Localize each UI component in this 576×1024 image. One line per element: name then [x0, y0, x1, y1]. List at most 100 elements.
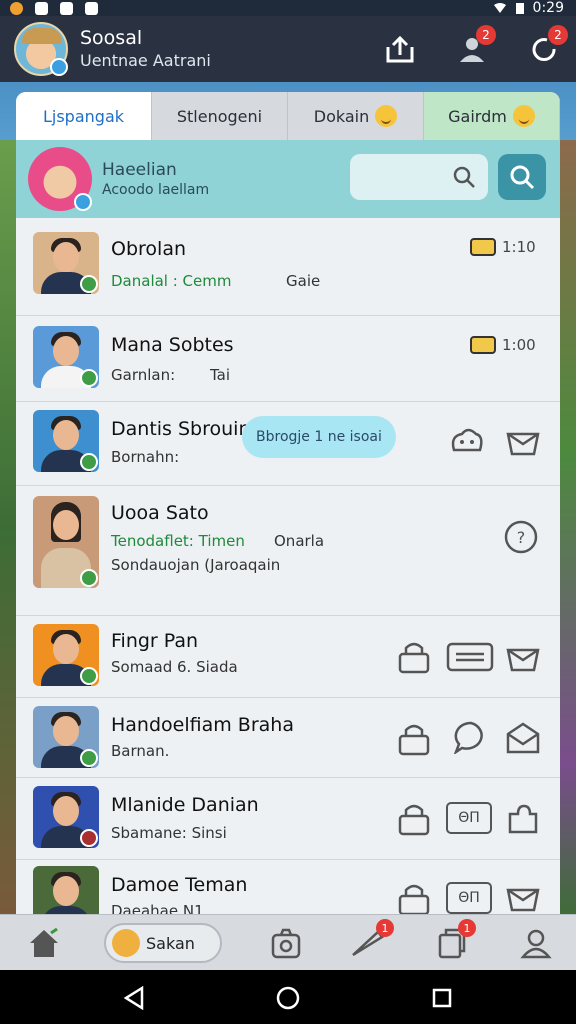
lock-icon[interactable]	[396, 640, 434, 674]
puzzle-icon[interactable]	[504, 800, 542, 834]
contact-subtitle: Somaad 6. Siada	[111, 658, 238, 676]
search-input[interactable]	[350, 154, 488, 200]
contact-name: Fingr Pan	[111, 630, 199, 652]
list-item[interactable]: Damoe Teman Daeahae N1 ΘΠ	[16, 860, 560, 928]
message-icon[interactable]	[446, 640, 494, 674]
online-badge	[80, 275, 98, 293]
battery-icon	[515, 2, 524, 14]
search-button[interactable]	[498, 154, 546, 200]
contact-subtitle: Garnlan:	[111, 366, 176, 384]
profile-header: Haeelian Acoodo laellam	[16, 140, 560, 218]
contact-subtitle-2: Sondauojan (Jaroaqain	[111, 556, 281, 574]
contact-subtitle: Tenodaflet: Timen	[111, 532, 245, 550]
app-title: Soosal	[80, 27, 143, 50]
contact-subtitle: Sbamane: Sinsi	[111, 824, 227, 842]
contact-name: Mana Sobtes	[111, 334, 234, 356]
emoji-icon	[375, 105, 398, 127]
lock-icon[interactable]	[396, 722, 434, 756]
mail-icon[interactable]	[504, 880, 542, 914]
system-navigation-bar	[0, 970, 576, 1024]
counter-button[interactable]: ΘΠ	[446, 802, 492, 834]
background-left	[0, 140, 16, 920]
home-circle-icon[interactable]	[276, 986, 300, 1010]
avatar	[33, 232, 99, 294]
background-right	[558, 140, 576, 920]
chat-panel: Ljspangak Stlenogeni Dokain Gairdm Haeel…	[16, 92, 560, 972]
avatar	[33, 326, 99, 388]
lock-icon[interactable]	[396, 882, 434, 916]
profile-subtitle: Acoodo laellam	[102, 181, 210, 198]
list-item[interactable]: Uooa Sato Tenodaflet: Timen Onarla Sonda…	[16, 486, 560, 616]
message-meta: 1:10	[470, 238, 536, 256]
home-icon	[30, 927, 58, 957]
status-badge	[80, 829, 98, 847]
profile-avatar[interactable]	[28, 147, 92, 211]
list-item[interactable]: Mana Sobtes Garnlan: Tai 1:00	[16, 316, 560, 402]
refresh-button[interactable]: 2	[526, 25, 568, 67]
search-icon	[510, 165, 535, 190]
help-icon[interactable]: ?	[502, 520, 540, 554]
user-avatar[interactable]	[14, 22, 68, 76]
recents-icon[interactable]	[432, 988, 452, 1008]
app-notification-icon	[35, 1, 48, 15]
notification-badge: 2	[548, 25, 568, 45]
pages-button[interactable]: 1	[432, 919, 476, 963]
open-mail-icon[interactable]	[504, 720, 542, 754]
tab-gairdm[interactable]: Gairdm	[424, 92, 560, 140]
contact-list: Obrolan Danalal : Cemm Gaie 1:10 Mana So…	[16, 218, 560, 928]
contact-subtitle-extra: Gaie	[286, 272, 321, 290]
search-icon	[453, 166, 475, 188]
list-item[interactable]: Dantis Sbrouin Bornahn: Bbrogje 1 ne iso…	[16, 402, 560, 486]
contact-name: Uooa Sato	[111, 502, 209, 524]
chat-bubble-icon[interactable]	[452, 720, 490, 754]
smile-emoji-icon	[512, 105, 535, 127]
online-badge	[80, 749, 98, 767]
contact-subtitle: Bornahn:	[111, 448, 180, 466]
coin-icon	[470, 336, 496, 354]
bottom-navigation: Sakan 1 1	[0, 914, 576, 970]
tab-dokain[interactable]: Dokain	[288, 92, 424, 140]
user-icon	[520, 929, 552, 959]
contact-name: Handoelfiam Braha	[111, 714, 294, 736]
counter-button[interactable]: ΘΠ	[446, 882, 492, 914]
tab-stlenogeni[interactable]: Stlenogeni	[152, 92, 288, 140]
camera-icon	[271, 928, 301, 959]
avatar	[33, 410, 99, 472]
groups-button[interactable]: 2	[454, 25, 496, 67]
status-badge	[50, 58, 68, 76]
share-button[interactable]	[382, 31, 418, 67]
list-item[interactable]: Mlanide Danian Sbamane: Sinsi ΘΠ	[16, 778, 560, 860]
contact-name: Obrolan	[111, 238, 186, 260]
list-item[interactable]: Handoelfiam Braha Barnan.	[16, 698, 560, 778]
contact-subtitle-extra: Onarla	[274, 532, 325, 550]
contact-name: Dantis Sbrouin	[111, 418, 251, 440]
list-item[interactable]: Fingr Pan Somaad 6. Siada	[16, 616, 560, 698]
avatar	[33, 624, 99, 686]
online-badge	[80, 453, 98, 471]
status-badge	[74, 193, 92, 211]
character-icon	[112, 929, 140, 957]
contact-name: Mlanide Danian	[111, 794, 259, 816]
tab-ljspangak[interactable]: Ljspangak	[16, 92, 152, 140]
app-bar: Soosal Uentnae Aatrani 2 2	[0, 16, 576, 82]
sakan-tab-button[interactable]: Sakan	[104, 923, 222, 963]
profile-button[interactable]	[516, 923, 556, 963]
camera-button[interactable]	[266, 923, 306, 963]
online-badge	[80, 569, 98, 587]
emoji-reaction-icon[interactable]	[448, 424, 486, 458]
list-item[interactable]: Obrolan Danalal : Cemm Gaie 1:10	[16, 218, 560, 316]
mail-icon[interactable]	[504, 640, 542, 674]
profile-name: Haeelian	[102, 159, 177, 180]
notification-badge: 1	[376, 919, 394, 937]
home-button[interactable]	[24, 923, 64, 963]
app-notification-icon	[85, 1, 98, 15]
svg-text:?: ?	[517, 528, 526, 547]
lock-icon[interactable]	[396, 802, 434, 836]
avatar	[33, 706, 99, 768]
back-icon[interactable]	[122, 986, 146, 1010]
avatar	[33, 496, 99, 588]
send-button[interactable]: 1	[346, 919, 394, 963]
message-preview-bubble[interactable]: Bbrogje 1 ne isoai	[242, 416, 396, 458]
mail-icon[interactable]	[504, 424, 542, 458]
coin-icon	[470, 238, 496, 256]
